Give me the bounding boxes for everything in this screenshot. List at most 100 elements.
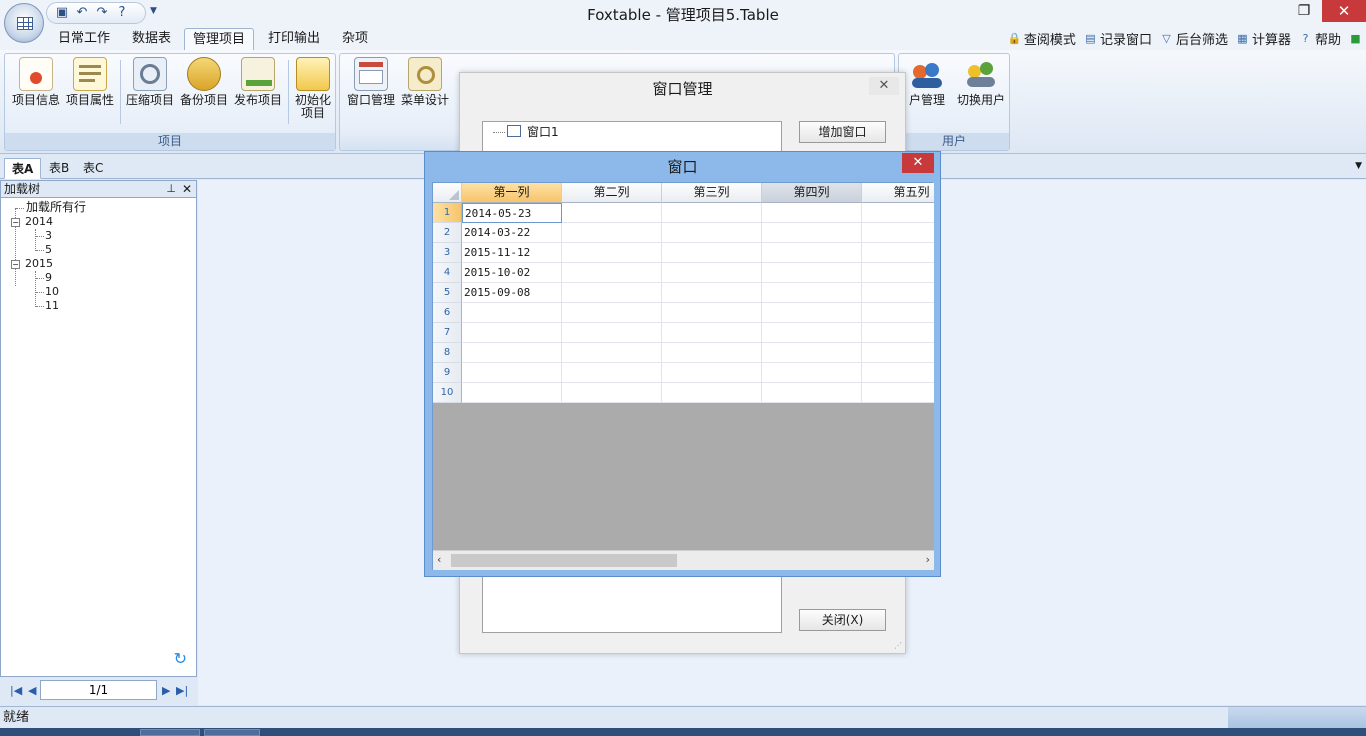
grid-cell[interactable]: [662, 283, 762, 303]
grid-cell[interactable]: [662, 243, 762, 263]
grid-cell[interactable]: [462, 363, 562, 383]
row-header[interactable]: 1: [433, 203, 462, 223]
collapse-icon[interactable]: −: [11, 260, 20, 269]
grid-cell[interactable]: [562, 303, 662, 323]
restore-button[interactable]: ❐: [1286, 0, 1322, 22]
tree-node-3[interactable]: 3: [45, 229, 52, 243]
grid-cell[interactable]: [862, 363, 934, 383]
grid-cell[interactable]: [462, 383, 562, 403]
grid-cell[interactable]: [562, 263, 662, 283]
grid-cell[interactable]: [862, 303, 934, 323]
grid-cell[interactable]: [462, 343, 562, 363]
grid-cell[interactable]: [862, 223, 934, 243]
grid-cell[interactable]: [862, 323, 934, 343]
tree-node-10[interactable]: 10: [45, 285, 59, 299]
help-button[interactable]: ? 帮助: [1299, 29, 1341, 48]
row-header[interactable]: 5: [433, 283, 462, 303]
column-header-2[interactable]: 第二列: [562, 183, 662, 203]
background-filter-button[interactable]: ▽ 后台筛选: [1160, 29, 1228, 48]
refresh-icon[interactable]: ↻: [174, 649, 187, 668]
minimize-button[interactable]: [1250, 0, 1286, 22]
grid-cell[interactable]: 2015-10-02: [462, 263, 562, 283]
grid-cell[interactable]: [762, 323, 862, 343]
sheet-tab-b[interactable]: 表B: [42, 158, 76, 179]
add-window-button[interactable]: 增加窗口: [799, 121, 886, 143]
column-header-4[interactable]: 第四列: [762, 183, 862, 203]
close-button[interactable]: ✕: [1322, 0, 1366, 22]
record-window-button[interactable]: ▤ 记录窗口: [1084, 29, 1152, 48]
collapse-icon[interactable]: −: [11, 218, 20, 227]
tab-data-table[interactable]: 数据表: [124, 28, 179, 50]
project-info-button[interactable]: 项目信息: [9, 57, 63, 107]
grid-cell[interactable]: [862, 263, 934, 283]
grid-cell[interactable]: [562, 323, 662, 343]
grid-cell[interactable]: [662, 323, 762, 343]
tab-manage-project[interactable]: 管理项目: [184, 28, 255, 50]
tree-node-2015[interactable]: 2015: [25, 257, 53, 271]
taskbar-item[interactable]: [204, 729, 260, 736]
project-props-button[interactable]: 项目属性: [63, 57, 117, 107]
grid-cell[interactable]: [762, 263, 862, 283]
form-window-close-button[interactable]: ✕: [902, 153, 934, 173]
row-header[interactable]: 9: [433, 363, 462, 383]
column-header-1[interactable]: 第一列: [462, 183, 562, 203]
grid-cell[interactable]: [762, 203, 862, 223]
column-header-3[interactable]: 第三列: [662, 183, 762, 203]
grid-cell[interactable]: [562, 223, 662, 243]
calculator-button[interactable]: ▦ 计算器: [1236, 29, 1291, 48]
grid-cell[interactable]: [562, 383, 662, 403]
view-mode-button[interactable]: 🔒 查阅模式: [1008, 29, 1076, 48]
tree-node-9[interactable]: 9: [45, 271, 52, 285]
window-manage-button[interactable]: 窗口管理: [344, 57, 398, 107]
sheet-tab-a[interactable]: 表A: [4, 158, 42, 179]
grid-cell[interactable]: 2015-09-08: [462, 283, 562, 303]
window-manager-close-icon[interactable]: ✕: [869, 77, 899, 95]
tab-print-output[interactable]: 打印输出: [260, 28, 328, 50]
grid-cell[interactable]: [662, 383, 762, 403]
grid-cell[interactable]: [862, 203, 934, 223]
grid-cell[interactable]: [762, 363, 862, 383]
close-panel-icon[interactable]: ✕: [182, 181, 192, 197]
grid-cell[interactable]: [762, 343, 862, 363]
window-list-item[interactable]: 窗口1: [527, 124, 559, 140]
row-header[interactable]: 6: [433, 303, 462, 323]
tree-node-2014[interactable]: 2014: [25, 215, 53, 229]
next-page-icon[interactable]: ▶: [162, 684, 170, 697]
user-manage-button[interactable]: 户管理: [901, 57, 953, 107]
grid-cell[interactable]: [762, 223, 862, 243]
grid-cell[interactable]: [662, 363, 762, 383]
scrollbar-thumb[interactable]: [451, 554, 677, 567]
menu-design-button[interactable]: 菜单设计: [398, 57, 452, 107]
tree-node-load-all[interactable]: 加载所有行: [26, 200, 86, 214]
grid-cell[interactable]: [462, 303, 562, 323]
scroll-right-icon[interactable]: ›: [926, 553, 930, 566]
close-dialog-button[interactable]: 关闭(X): [799, 609, 886, 631]
row-header[interactable]: 4: [433, 263, 462, 283]
grid-cell[interactable]: [662, 223, 762, 243]
publish-project-button[interactable]: 发布项目: [231, 57, 285, 107]
grid-cell[interactable]: 2014-03-22: [462, 223, 562, 243]
grid-cell[interactable]: [462, 323, 562, 343]
sheet-tab-c[interactable]: 表C: [76, 158, 110, 179]
row-header[interactable]: 2: [433, 223, 462, 243]
app-menu-button[interactable]: [4, 3, 44, 43]
grid-cell[interactable]: [762, 303, 862, 323]
last-page-icon[interactable]: ▶|: [176, 684, 188, 697]
grid-cell[interactable]: [562, 363, 662, 383]
grid-cell[interactable]: [862, 283, 934, 303]
tree-node-5[interactable]: 5: [45, 243, 52, 257]
backup-project-button[interactable]: 备份项目: [177, 57, 231, 107]
scroll-left-icon[interactable]: ‹: [437, 553, 441, 566]
first-page-icon[interactable]: |◀: [10, 684, 22, 697]
grid-cell[interactable]: [562, 343, 662, 363]
tab-daily-work[interactable]: 日常工作: [50, 28, 118, 50]
tree-node-11[interactable]: 11: [45, 299, 59, 313]
grid-cell[interactable]: [762, 243, 862, 263]
prev-page-icon[interactable]: ◀: [28, 684, 36, 697]
grid-cell[interactable]: [562, 243, 662, 263]
row-header[interactable]: 8: [433, 343, 462, 363]
compress-project-button[interactable]: 压缩项目: [123, 57, 177, 107]
row-header[interactable]: 7: [433, 323, 462, 343]
switch-user-button[interactable]: 切换用户: [953, 57, 1009, 107]
grid-cell[interactable]: [862, 383, 934, 403]
